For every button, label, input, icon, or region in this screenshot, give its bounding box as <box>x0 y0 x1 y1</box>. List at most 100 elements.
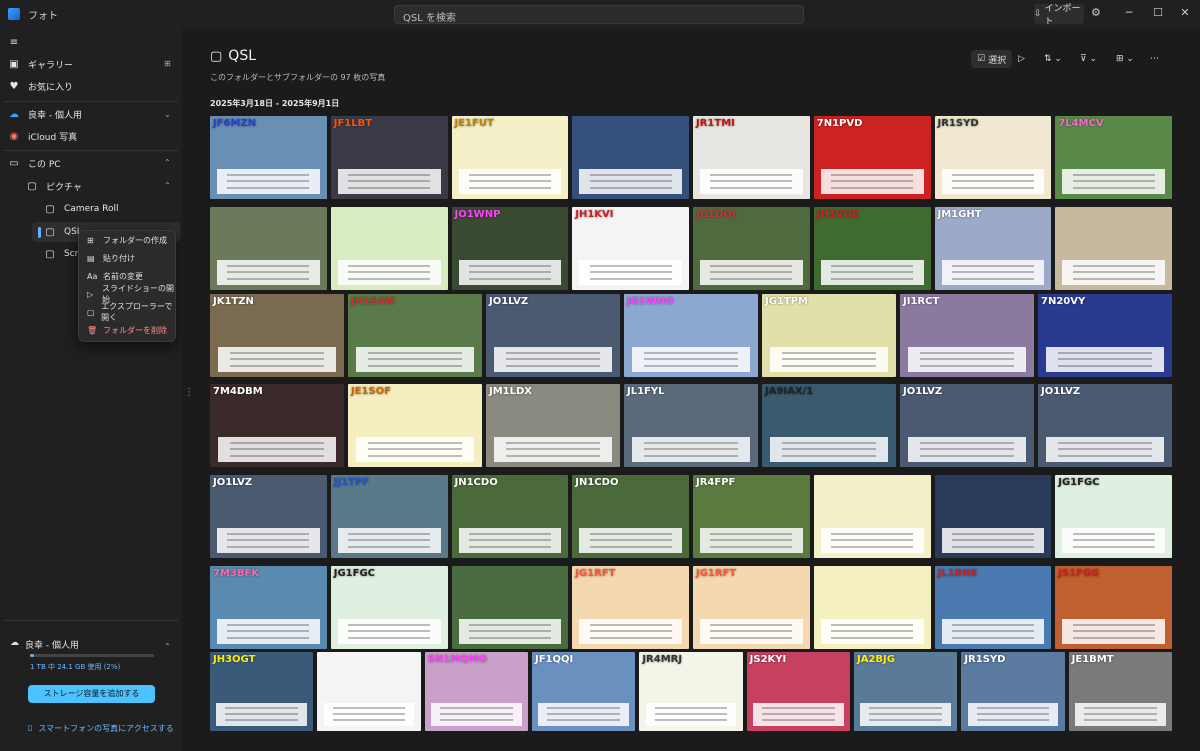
photo-thumbnail[interactable]: JN1CDO <box>451 475 569 558</box>
photo-thumbnail[interactable]: JH1VUZ <box>813 207 931 290</box>
photo-thumbnail[interactable]: JO1LVZ <box>210 475 327 558</box>
photo-thumbnail[interactable] <box>210 207 327 290</box>
photo-thumbnail[interactable]: JM1LDX <box>486 384 620 467</box>
view-options-icon[interactable]: ⊞ ⌄ <box>1116 50 1134 68</box>
photo-thumbnail[interactable]: JK1TZN <box>210 294 344 377</box>
folder-add-icon[interactable]: ⊞ <box>164 59 171 68</box>
photo-thumbnail[interactable]: JN1CDO <box>572 475 689 558</box>
photo-thumbnail[interactable]: 7M3BFK <box>210 566 327 649</box>
photo-thumbnail[interactable]: 7N20VY <box>1038 294 1172 377</box>
slideshow-icon[interactable]: ▷ <box>1018 50 1025 68</box>
photo-thumbnail[interactable]: 7N1PVD <box>813 116 931 199</box>
callsign-label: JN1CDO <box>454 477 498 488</box>
chevron-up-icon[interactable]: ⌃ <box>164 158 171 167</box>
photo-thumbnail[interactable]: JF6MZN <box>210 116 327 199</box>
photo-thumbnail[interactable]: JO1LVZ <box>900 384 1034 467</box>
chevron-up-icon[interactable]: ⌃ <box>164 181 171 190</box>
photo-thumbnail[interactable]: JO1LVZ <box>1038 384 1172 467</box>
photo-thumbnail[interactable]: JR1SYD <box>934 116 1052 199</box>
photo-thumbnail[interactable] <box>1055 207 1172 290</box>
more-options-icon[interactable]: ⋯ <box>1150 50 1159 68</box>
photo-thumbnail[interactable]: JG1FGC <box>330 566 448 649</box>
photo-thumbnail[interactable]: SN1MQMO <box>424 652 528 731</box>
callsign-label: JM1LDX <box>489 386 533 397</box>
photo-thumbnail[interactable]: JS2KYI <box>746 652 850 731</box>
hamburger-menu-icon[interactable]: ≡ <box>8 32 28 52</box>
callsign-label: JE1SOF <box>351 386 392 397</box>
context-menu-item[interactable]: ▤ 貼り付け <box>79 249 175 267</box>
filter-icon[interactable]: ⊽ ⌄ <box>1080 50 1097 68</box>
qsl-card-text-area <box>820 619 924 645</box>
photo-thumbnail[interactable]: JR1SYD <box>961 652 1065 731</box>
photo-thumbnail[interactable]: JL1FYL <box>624 384 758 467</box>
chevron-down-icon[interactable]: ⌄ <box>164 110 171 119</box>
gear-icon[interactable]: ⚙ <box>1091 6 1101 19</box>
photo-thumbnail[interactable]: JR4MRJ <box>639 652 743 731</box>
chevron-up-icon[interactable]: ⌃ <box>164 642 171 651</box>
computer-icon: ▭ <box>9 157 19 169</box>
photo-thumbnail[interactable]: JH1KVI <box>572 207 689 290</box>
search-input[interactable]: QSL を検索 <box>394 5 804 24</box>
photo-thumbnail[interactable] <box>934 475 1052 558</box>
sidebar-item-icloud[interactable]: ◉ iCloud 写真 <box>8 126 77 146</box>
sidebar-item-gallery[interactable]: ▣ ギャラリー <box>8 54 174 74</box>
photo-thumbnail[interactable]: JO1WNP <box>451 207 569 290</box>
close-button[interactable]: ✕ <box>1170 3 1200 23</box>
photo-thumbnail[interactable]: JR4FPF <box>693 475 810 558</box>
photo-thumbnail[interactable]: JF1QQI <box>532 652 636 731</box>
photo-thumbnail[interactable] <box>451 566 569 649</box>
select-button[interactable]: ☑ 選択 <box>971 50 1013 68</box>
qsl-card-text-area <box>752 702 844 727</box>
sidebar-item-onedrive[interactable]: ☁ 良幸 - 個人用 <box>8 104 82 124</box>
photo-thumbnail[interactable]: JA9IAX/1 <box>762 384 896 467</box>
sidebar-item-camera-roll[interactable]: ▢ Camera Roll <box>44 199 118 219</box>
callsign-label: JE1BMT <box>1071 654 1114 665</box>
select-button-label: 選択 <box>988 55 1007 66</box>
photo-thumbnail[interactable]: JE1SOF <box>348 384 482 467</box>
photo-thumbnail[interactable] <box>572 116 689 199</box>
text-line <box>227 636 310 639</box>
minimize-button[interactable]: ─ <box>1114 3 1144 23</box>
maximize-button[interactable]: ☐ <box>1143 3 1173 23</box>
photo-thumbnail[interactable]: JF1LBT <box>330 116 448 199</box>
photo-thumbnail[interactable]: 7L4MCV <box>1055 116 1172 199</box>
photo-thumbnail[interactable]: JJ1TPF <box>330 475 448 558</box>
sidebar-item-favorites[interactable]: ♥ お気に入り <box>8 76 74 96</box>
import-button[interactable]: ⇩ インポート <box>1034 4 1084 27</box>
photo-thumbnail[interactable]: JL1BNE <box>934 566 1052 649</box>
photo-thumbnail[interactable]: JG1FGC <box>1055 475 1172 558</box>
photo-thumbnail[interactable]: JE1BMT <box>1068 652 1172 731</box>
text-line <box>1072 630 1155 633</box>
photo-thumbnail[interactable]: JG1RFT <box>572 566 689 649</box>
context-menu-item[interactable]: ⊞ フォルダーの作成 <box>79 231 175 249</box>
photo-thumbnail[interactable] <box>813 475 931 558</box>
photo-thumbnail[interactable]: JM1GHT <box>934 207 1052 290</box>
photo-thumbnail[interactable]: JA2BJG <box>854 652 958 731</box>
phone-access-link[interactable]: ▯ スマートフォンの写真にアクセスする <box>28 723 174 734</box>
photo-thumbnail[interactable]: 7M4DBM <box>210 384 344 467</box>
sidebar-item-pictures[interactable]: ▢ ピクチャ <box>26 176 82 196</box>
add-storage-button[interactable]: ストレージ容量を追加する <box>28 685 155 703</box>
photo-thumbnail[interactable]: JO1LVZ <box>486 294 620 377</box>
photo-thumbnail[interactable]: JG1TPM <box>762 294 896 377</box>
context-menu-item[interactable]: ▢ エクスプローラーで開く <box>79 302 175 322</box>
sidebar-item-this-pc[interactable]: ▭ この PC <box>8 153 60 173</box>
photo-thumbnail[interactable]: JG1WNO <box>624 294 758 377</box>
photo-thumbnail[interactable] <box>317 652 421 731</box>
sidebar-item-qsl[interactable]: ▢ QSL <box>44 222 82 242</box>
resize-handle[interactable]: ⋮ <box>184 383 194 401</box>
photo-thumbnail[interactable]: JE1FUT <box>451 116 569 199</box>
photo-thumbnail[interactable] <box>813 566 931 649</box>
photo-thumbnail[interactable]: JH1EAW <box>348 294 482 377</box>
photo-thumbnail[interactable]: JR1TMI <box>693 116 810 199</box>
photo-thumbnail[interactable]: JI1RCT <box>900 294 1034 377</box>
photo-thumbnail[interactable]: JH3OGT <box>210 652 314 731</box>
context-menu-item[interactable]: 🗑 フォルダーを削除 <box>79 321 175 339</box>
photo-thumbnail[interactable]: JG1OQI <box>693 207 810 290</box>
photo-thumbnail[interactable]: JG1RFT <box>693 566 810 649</box>
qsl-card-text-area <box>579 528 682 554</box>
sort-icon[interactable]: ⇅ ⌄ <box>1044 50 1062 68</box>
text-line <box>951 636 1034 639</box>
photo-thumbnail[interactable]: JS1FGG <box>1055 566 1172 649</box>
photo-thumbnail[interactable] <box>330 207 448 290</box>
